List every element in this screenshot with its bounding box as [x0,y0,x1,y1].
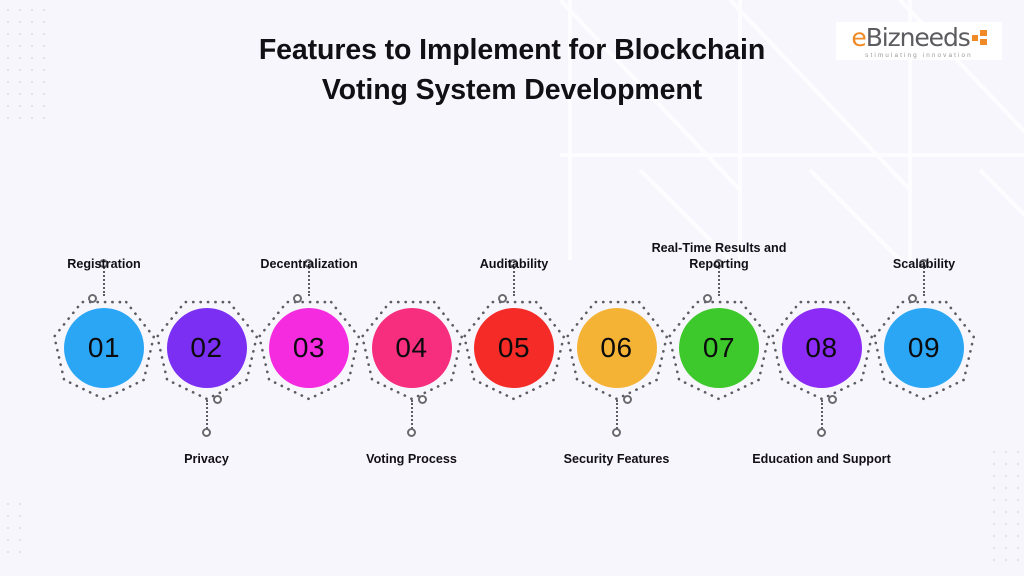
logo-prefix: e [851,22,866,52]
logo-blocks-icon [971,29,987,45]
connector-hub-marker [908,294,917,303]
step-number-badge[interactable]: 09 [884,308,964,388]
title-line-2: Voting System Development [321,74,703,106]
connector-end-marker [611,428,621,437]
step-node-05[interactable]: 05 Auditability [458,257,570,404]
connector-hub-marker [293,294,302,303]
connector-end-marker [816,428,826,437]
background-decoration [0,0,1024,576]
connector-end-marker [406,428,416,437]
logo-tagline: stimulating innovation [865,51,973,59]
connector-hub-marker [417,395,427,404]
step-number-badge[interactable]: 04 [371,308,452,388]
step-node-04[interactable]: 04 Voting Process [356,292,468,466]
step-number-badge[interactable]: 05 [474,308,554,388]
step-label: Privacy [184,452,229,466]
step-label: Real-Time Results and Reporting [651,241,787,271]
connector-end-marker [201,428,211,437]
connector-hub-marker [703,294,712,303]
connector-hub-marker [827,395,837,404]
step-number-badge[interactable]: 03 [269,308,349,388]
step-label: Auditability [479,256,549,271]
step-label: Education and Support [752,452,891,466]
infographic-canvas: Features to Implement for Blockchain Vot… [0,0,1024,576]
dot-grid-bottom-right [988,446,1024,568]
dot-grid-bottom-left [2,498,30,558]
logo-name: Bizneeds [865,22,971,52]
connector-hub-marker [88,294,97,303]
step-label: Security Features [563,452,670,466]
logo-wordmark: e Bizneeds [851,22,987,52]
connector-hub-marker [498,294,507,303]
step-node-09[interactable]: 09 Scalability [868,257,980,404]
step-node-03[interactable]: 03 Decentralization [253,257,365,404]
ebizneeds-logo: e Bizneeds stimulating innovation [836,22,1002,60]
step-label: Decentralization [260,256,358,271]
step-number-badge[interactable]: 07 [679,308,759,388]
step-number-badge[interactable]: 01 [64,308,144,388]
step-number-badge[interactable]: 08 [781,308,862,388]
step-node-06[interactable]: 06 Security Features [561,292,673,466]
dot-grid-top-left [2,4,48,126]
connector-hub-marker [212,395,222,404]
step-label: Voting Process [366,452,457,466]
connector-hub-marker [622,395,632,404]
step-node-02[interactable]: 02 Privacy [151,292,263,466]
step-number-badge[interactable]: 06 [576,308,657,388]
step-label: Registration [67,256,141,271]
step-node-07[interactable]: 07 Real-Time Results and Reporting [652,241,786,404]
step-number-badge[interactable]: 02 [166,308,247,388]
step-label: Scalability [892,256,956,271]
step-node-08[interactable]: 08 Education and Support [752,292,891,466]
step-node-01[interactable]: 01 Registration [48,257,160,404]
